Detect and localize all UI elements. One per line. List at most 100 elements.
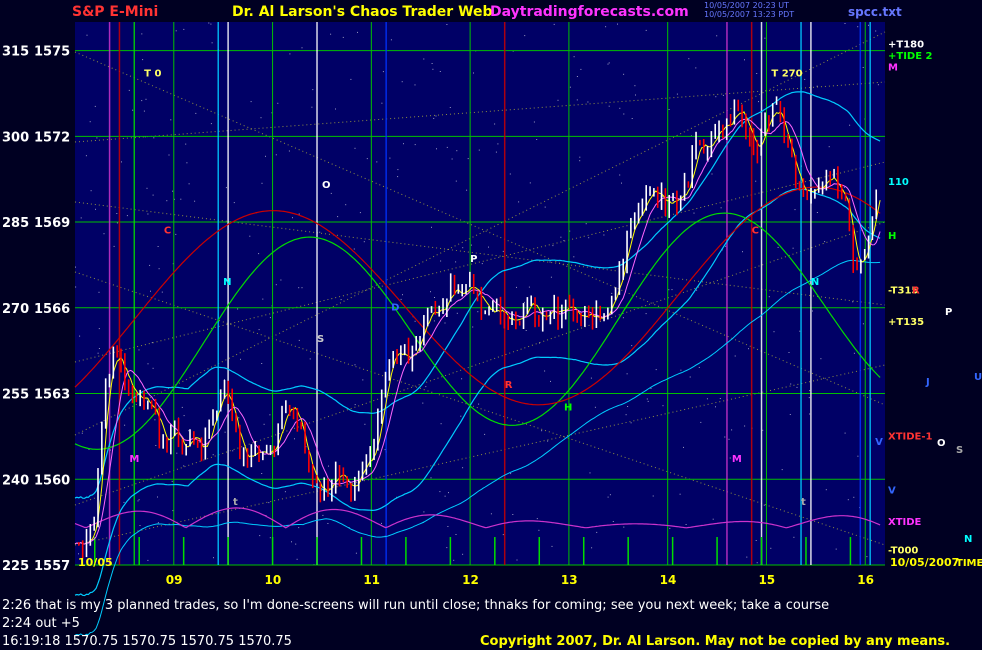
flux-dot (552, 245, 554, 247)
y-tick-label-left: 300 (2, 130, 29, 145)
flux-dot (587, 101, 589, 103)
flux-dot (141, 33, 143, 35)
flux-dot (612, 521, 614, 522)
flux-dot (623, 113, 625, 115)
flux-dot (301, 287, 303, 289)
flux-dot (635, 94, 636, 96)
flux-dot (685, 524, 687, 525)
flux-dot (260, 117, 262, 119)
chart-marker: R (505, 380, 513, 391)
flux-dot (794, 209, 796, 211)
flux-dot (695, 67, 697, 69)
flux-dot (294, 438, 295, 440)
flux-dot (172, 510, 174, 512)
flux-dot (877, 84, 879, 86)
flux-dot (337, 216, 339, 218)
flux-dot (706, 398, 708, 400)
flux-dot (576, 99, 578, 101)
flux-dot (268, 502, 270, 504)
chart-marker: t (233, 497, 238, 508)
flux-dot (98, 348, 100, 349)
flux-dot (835, 548, 837, 550)
flux-dot (78, 553, 79, 555)
chart-marker: D (391, 303, 399, 314)
flux-dot (626, 373, 628, 375)
flux-dot (261, 182, 263, 184)
site-url[interactable]: Daytradingforecasts.com (490, 4, 689, 20)
flux-dot (414, 84, 416, 86)
flux-dot (755, 180, 757, 182)
flux-dot (366, 158, 368, 160)
flux-dot (547, 440, 549, 442)
y-tick-label-right: 1557 (34, 559, 70, 574)
flux-dot (183, 28, 185, 30)
flux-dot (75, 266, 76, 268)
flux-dot (364, 423, 366, 425)
flux-dot (224, 431, 226, 433)
flux-dot (183, 465, 185, 467)
chart-marker: N (811, 277, 819, 288)
flux-dot (439, 71, 441, 72)
flux-dot (400, 298, 402, 300)
flux-dot (608, 105, 610, 107)
flux-dot (494, 123, 496, 125)
flux-dot (627, 406, 629, 407)
flux-dot (668, 109, 670, 110)
flux-dot (758, 101, 759, 103)
flux-dot (744, 425, 746, 427)
chart-window: { "header": { "instrument": "S&P E-Mini"… (0, 0, 982, 650)
right-axis-label: +T180 (888, 40, 924, 51)
flux-dot (80, 217, 82, 219)
flux-dot (478, 403, 480, 405)
start-date-label: 10/05 (78, 556, 113, 569)
flux-dot (161, 291, 163, 293)
flux-dot (516, 559, 518, 561)
flux-dot (849, 124, 851, 126)
flux-dot (291, 541, 292, 543)
flux-dot (676, 93, 678, 95)
flux-dot (340, 299, 342, 301)
flux-dot (451, 158, 453, 160)
flux-dot (158, 268, 160, 270)
flux-dot (462, 553, 464, 555)
flux-dot (466, 189, 468, 191)
flux-dot (560, 236, 562, 238)
right-axis-label: +TIDE 2 (888, 51, 933, 62)
flux-dot (121, 161, 122, 163)
flux-dot (89, 121, 91, 123)
flux-dot (473, 72, 474, 74)
flux-dot (533, 121, 535, 123)
flux-dot (175, 30, 177, 32)
flux-dot (488, 246, 489, 248)
comment-line: 2:26 that is my 3 planned trades, so I'm… (2, 598, 830, 613)
flux-dot (793, 536, 795, 538)
flux-dot (456, 312, 458, 314)
flux-dot (590, 377, 592, 379)
flux-dot (573, 256, 575, 258)
flux-dot (362, 379, 364, 381)
flux-dot (180, 198, 182, 200)
flux-dot (150, 290, 151, 292)
y-tick-label-right: 1566 (34, 302, 70, 317)
flux-dot (720, 207, 722, 209)
flux-dot (608, 62, 610, 64)
flux-dot (762, 429, 764, 431)
flux-dot (553, 23, 555, 25)
flux-dot (298, 213, 300, 215)
flux-dot (354, 364, 356, 366)
flux-dot (502, 534, 504, 536)
flux-dot (249, 235, 251, 237)
flux-dot (86, 34, 88, 36)
flux-dot (668, 289, 670, 291)
flux-dot (330, 192, 332, 194)
flux-dot (716, 35, 718, 37)
site-title: Dr. Al Larson's Chaos Trader Web (232, 4, 493, 20)
flux-dot (154, 419, 156, 421)
flux-dot (512, 514, 514, 515)
flux-dot (756, 73, 758, 74)
flux-dot (155, 445, 157, 446)
flux-dot (277, 102, 279, 104)
flux-dot (90, 190, 92, 192)
flux-dot (693, 212, 695, 214)
flux-dot (722, 94, 724, 96)
